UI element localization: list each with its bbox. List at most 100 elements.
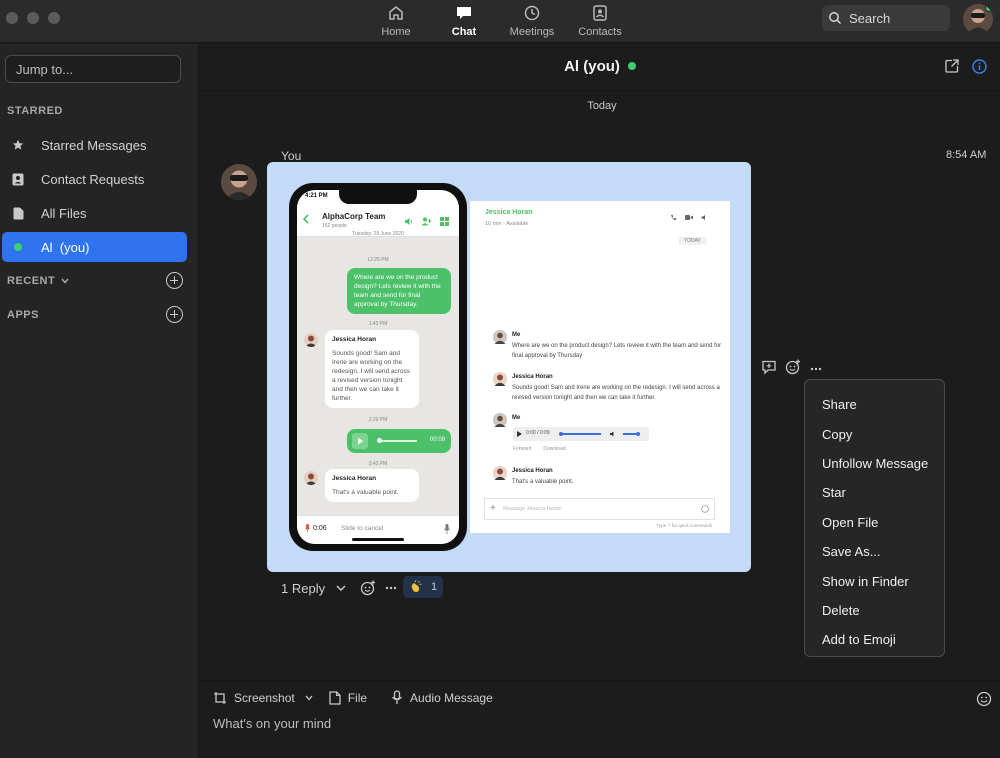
- menu-item-unfollow-message[interactable]: Unfollow Message: [805, 449, 944, 478]
- sidebar-item-starred-messages[interactable]: Starred Messages: [2, 130, 187, 160]
- sidebar-item-contact-requests[interactable]: Contact Requests: [2, 164, 187, 194]
- phone-slide-to-cancel: Slide to cancel: [341, 525, 384, 532]
- nav-contacts[interactable]: Contacts: [566, 0, 634, 43]
- phone-group-sub: 162 people: [322, 223, 347, 229]
- menu-item-add-to-emoji[interactable]: Add to Emoji: [805, 625, 944, 654]
- menu-item-delete[interactable]: Delete: [805, 596, 944, 625]
- desktop-contact-status: 10 min · Available: [485, 221, 529, 227]
- phone-mockup: 4:21 PM AlphaCorp Team 162 people Tuesda…: [289, 183, 467, 551]
- phone-sender-name: Jessica Horan: [332, 475, 377, 482]
- phone-sender-name: Jessica Horan: [332, 336, 377, 343]
- chevron-down-icon[interactable]: [305, 695, 313, 701]
- jump-to-input[interactable]: Jump to...: [5, 55, 181, 83]
- audio-message-label: Audio Message: [410, 690, 493, 705]
- menu-item-copy[interactable]: Copy: [805, 419, 944, 448]
- menu-item-share[interactable]: Share: [805, 390, 944, 419]
- audio-message-button[interactable]: Audio Message: [391, 690, 493, 705]
- home-icon: [389, 6, 403, 20]
- emoji-icon: [701, 505, 709, 513]
- avatar-image: [221, 164, 257, 200]
- reaction-badge[interactable]: 1: [403, 576, 443, 598]
- menu-item-show-in-finder[interactable]: Show in Finder: [805, 566, 944, 595]
- pop-out-icon[interactable]: [945, 59, 959, 73]
- desktop-sender: Jessica Horan: [512, 374, 553, 380]
- add-recent-button[interactable]: [166, 272, 183, 289]
- phone-avatar: [304, 471, 318, 485]
- screenshot-label: Screenshot: [234, 690, 295, 705]
- file-label: File: [347, 690, 368, 705]
- menu-item-save-as[interactable]: Save As...: [805, 537, 944, 566]
- desktop-avatar: [493, 372, 507, 386]
- message-hover-tools: [761, 359, 823, 375]
- recent-label-text: RECENT: [7, 275, 56, 287]
- menu-item-open-file[interactable]: Open File: [805, 508, 944, 537]
- sidebar: Jump to... STARRED Starred Messages Cont…: [0, 44, 199, 758]
- microphone-icon: [444, 524, 450, 534]
- reply-count-button[interactable]: 1 Reply: [281, 581, 325, 596]
- grid-icon: [440, 217, 449, 226]
- file-button[interactable]: File: [329, 691, 367, 705]
- add-reaction-icon[interactable]: [785, 359, 801, 375]
- phone-recording: 0:06: [305, 524, 327, 532]
- chevron-down-icon[interactable]: [336, 584, 346, 592]
- more-options-icon[interactable]: [384, 581, 398, 595]
- profile-avatar[interactable]: [963, 4, 993, 34]
- clock-icon: [524, 5, 540, 21]
- desktop-contact-name: Jessica Horan: [485, 209, 533, 216]
- back-arrow-icon: [302, 214, 309, 224]
- add-reaction-icon[interactable]: [360, 580, 376, 596]
- file-icon: [11, 207, 25, 220]
- sidebar-item-label: Al (you): [41, 239, 90, 255]
- add-app-button[interactable]: [166, 306, 183, 323]
- zoom-window-button[interactable]: [48, 12, 60, 24]
- recent-section-toggle[interactable]: RECENT: [7, 275, 69, 287]
- phone-composer: 0:06 Slide to cancel: [297, 515, 459, 544]
- nav-chat[interactable]: Chat: [430, 0, 498, 43]
- phone-audio-duration: 00:09: [429, 437, 445, 443]
- main-nav: Home Chat Meetings Contacts: [362, 0, 634, 43]
- microphone-icon: [305, 524, 310, 532]
- message-avatar[interactable]: [221, 164, 257, 200]
- phone-chat-header: AlphaCorp Team 162 people Tuesday, 29 Ju…: [297, 205, 459, 237]
- add-user-icon: [421, 217, 432, 226]
- info-icon[interactable]: [972, 59, 987, 74]
- chevron-down-icon: [61, 278, 69, 284]
- volume-icon: [610, 431, 614, 437]
- desktop-call-icons: [670, 214, 708, 221]
- more-options-icon[interactable]: [809, 360, 823, 374]
- volume-icon: [701, 215, 705, 220]
- microphone-icon: [392, 690, 403, 704]
- chat-bubble-icon: [457, 7, 471, 19]
- thread-actions: 1 Reply: [281, 579, 398, 597]
- desktop-quick-commands-hint: Type '/' for quick commands: [656, 523, 713, 528]
- nav-home[interactable]: Home: [362, 0, 430, 43]
- desktop-mockup: Jessica Horan 10 min · Available TODAY M…: [470, 201, 730, 533]
- star-icon: [11, 139, 25, 151]
- starred-section-label: STARRED: [7, 105, 63, 117]
- desktop-avatar: [493, 466, 507, 480]
- phone-time-2: 1:43 PM: [368, 321, 388, 327]
- close-window-button[interactable]: [6, 12, 18, 24]
- desktop-audio-player: 0:00 / 0:09: [513, 427, 649, 441]
- desktop-avatar: [493, 330, 507, 344]
- message-sender: You: [281, 149, 302, 163]
- emoji-icon[interactable]: [976, 691, 992, 707]
- reply-thread-icon[interactable]: [761, 359, 777, 375]
- screenshot-icon: [214, 691, 226, 704]
- file-icon: [329, 690, 341, 705]
- message-input[interactable]: What's on your mind: [213, 716, 331, 731]
- search-input[interactable]: Search: [822, 5, 950, 31]
- screenshot-button[interactable]: Screenshot: [213, 691, 295, 705]
- phone-home-indicator: [352, 538, 404, 541]
- message-timestamp: 8:54 AM: [946, 149, 987, 161]
- sidebar-item-all-files[interactable]: All Files: [2, 198, 187, 228]
- image-attachment[interactable]: 4:21 PM AlphaCorp Team 162 people Tuesda…: [267, 162, 751, 572]
- minimize-window-button[interactable]: [27, 12, 39, 24]
- sidebar-item-label: Contact Requests: [41, 171, 145, 187]
- nav-meetings[interactable]: Meetings: [498, 0, 566, 43]
- video-icon: [685, 215, 693, 220]
- menu-item-star[interactable]: Star: [805, 478, 944, 507]
- desktop-sender: Jessica Horan: [512, 468, 553, 474]
- sidebar-item-al-you[interactable]: Al (you): [2, 232, 187, 262]
- nav-contacts-label: Contacts: [578, 26, 622, 38]
